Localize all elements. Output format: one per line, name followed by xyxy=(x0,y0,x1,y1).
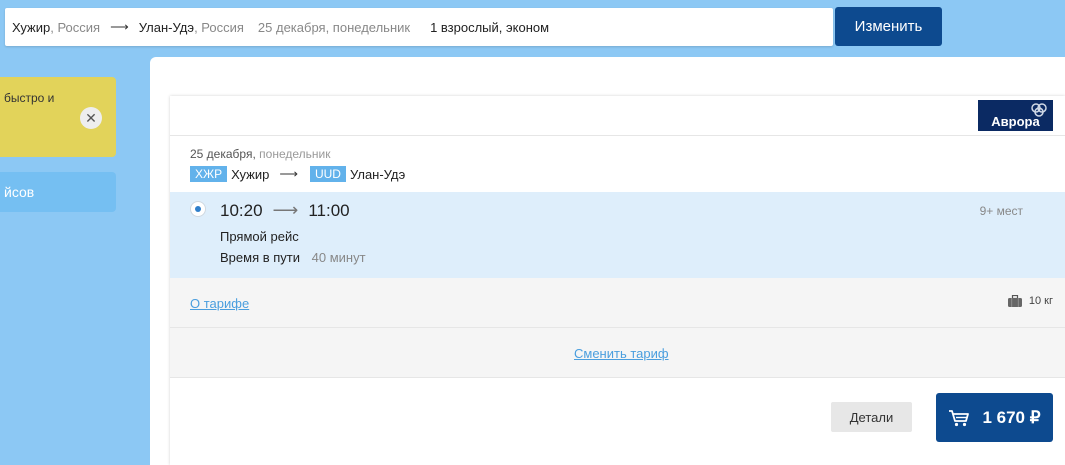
search-date: 25 декабря, понедельник xyxy=(257,19,411,35)
depart-time: 10:20 xyxy=(220,200,263,220)
duration-value: 40 минут xyxy=(311,250,366,265)
passengers: 1 взрослый, эконом xyxy=(430,19,550,35)
airline-logo: Аврора xyxy=(978,100,1053,131)
sidebar-nav-item[interactable]: йсов xyxy=(0,172,116,212)
duration-label: Время в пути xyxy=(220,250,300,265)
close-icon[interactable]: ✕ xyxy=(80,107,102,129)
from-code-badge: ХЖР xyxy=(190,166,228,182)
route-from-city: Хужир xyxy=(231,166,270,182)
buy-button[interactable]: 1 670 ₽ xyxy=(936,393,1053,442)
from-city: Хужир xyxy=(12,19,51,35)
change-tariff-link[interactable]: Сменить тариф xyxy=(574,346,669,361)
price: 1 670 ₽ xyxy=(982,407,1041,427)
segment-radio[interactable] xyxy=(190,201,206,217)
suitcase-icon xyxy=(1007,295,1022,307)
flight-duration: Время в пути 40 минут xyxy=(220,250,366,265)
arrow-right-icon: ⟶ xyxy=(279,166,298,181)
airline-emblem-icon xyxy=(1031,103,1047,117)
seats-available: 9+ мест xyxy=(979,204,1023,218)
sidebar-nav-label: йсов xyxy=(4,184,35,200)
flight-weekday: понедельник xyxy=(259,147,331,161)
arrow-right-icon: ⟶ xyxy=(272,200,299,220)
flight-times: 10:20 ⟶ 11:00 xyxy=(220,200,350,221)
arrive-time: 11:00 xyxy=(308,200,350,220)
tariff-row: О тарифе 10 кг xyxy=(170,278,1065,328)
promo-text: быстро и xyxy=(4,91,55,105)
baggage-weight: 10 кг xyxy=(1028,295,1053,307)
to-city: Улан-Удэ xyxy=(138,19,195,35)
to-country: , Россия xyxy=(194,19,244,35)
flight-date: 25 декабря, понедельник xyxy=(190,147,405,161)
cart-icon xyxy=(949,409,970,426)
details-button[interactable]: Детали xyxy=(831,402,912,432)
route-info: 25 декабря, понедельник ХЖР Хужир ⟶ UUD … xyxy=(190,147,405,182)
route-arrow-icon: ⟶ xyxy=(110,19,129,34)
to-code-badge: UUD xyxy=(309,166,346,182)
route-to-city: Улан-Удэ xyxy=(349,166,406,182)
tariff-info-link[interactable]: О тарифе xyxy=(190,296,249,311)
baggage-allowance: 10 кг xyxy=(1007,295,1053,307)
from-country: , Россия xyxy=(50,19,101,35)
route-line: ХЖР Хужир ⟶ UUD Улан-Удэ xyxy=(190,166,405,182)
flight-date-text: 25 декабря, xyxy=(190,147,256,161)
flight-card: Аврора 25 декабря, понедельник ХЖР Хужир… xyxy=(170,96,1065,465)
card-header: Аврора xyxy=(170,96,1065,136)
change-search-button[interactable]: Изменить xyxy=(835,7,942,46)
flight-type: Прямой рейс xyxy=(220,229,299,244)
change-tariff-row: Сменить тариф xyxy=(170,328,1065,378)
search-summary-bar[interactable]: Хужир , Россия ⟶ Улан-Удэ , Россия 25 де… xyxy=(5,8,833,46)
flight-segment[interactable]: 10:20 ⟶ 11:00 9+ мест Прямой рейс Время … xyxy=(170,192,1065,278)
